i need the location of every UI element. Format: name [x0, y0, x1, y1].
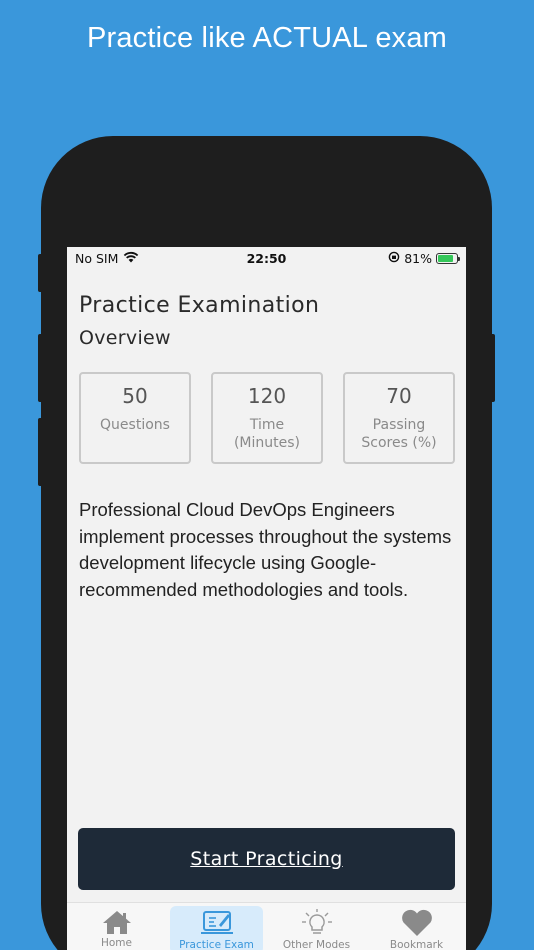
start-practicing-button[interactable]: Start Practicing — [78, 828, 455, 890]
battery-percent: 81% — [404, 251, 432, 266]
tab-practice-exam[interactable]: Practice Exam — [170, 906, 263, 950]
tab-label: Home — [100, 937, 132, 949]
stat-label: Questions — [100, 417, 170, 433]
stat-label: Passing Scores (%) — [361, 417, 437, 451]
stat-value: 120 — [247, 384, 287, 408]
tab-label: Bookmark — [389, 939, 444, 950]
phone-mute-switch — [38, 254, 43, 292]
tab-home[interactable]: Home — [70, 906, 163, 950]
phone-volume-up — [38, 334, 43, 402]
page-title: Practice Examination — [79, 293, 320, 318]
tab-other-modes[interactable]: Other Modes — [270, 906, 363, 950]
stat-card-passing-score: 70 Passing Scores (%) — [343, 372, 455, 464]
phone-power-button — [490, 334, 495, 402]
home-icon — [102, 911, 131, 934]
stat-value: 70 — [386, 384, 412, 408]
stat-card-questions: 50 Questions — [79, 372, 191, 464]
status-bar: No SIM 22:50 81% — [67, 247, 466, 269]
page-subtitle: Overview — [79, 327, 171, 349]
tab-label: Other Modes — [282, 939, 351, 950]
status-right-group: 81% — [388, 251, 460, 266]
phone-volume-down — [38, 418, 43, 486]
stat-value: 50 — [122, 384, 148, 408]
tab-label: Practice Exam — [179, 939, 254, 950]
stat-label: Time (Minutes) — [233, 417, 301, 451]
lightbulb-icon — [301, 909, 332, 934]
stats-row: 50 Questions 120 Time (Minutes) 70 Passi… — [79, 372, 456, 464]
exam-icon — [200, 911, 233, 934]
orientation-lock-icon — [388, 251, 400, 266]
app-screen: No SIM 22:50 81% Practice Examination Ov… — [67, 247, 466, 950]
tab-bar: Home Practice Exam Other Modes Bookmark — [67, 902, 466, 950]
heart-icon — [401, 909, 432, 936]
tab-bookmark[interactable]: Bookmark — [370, 906, 463, 950]
exam-description: Professional Cloud DevOps Engineers impl… — [79, 499, 452, 600]
battery-icon — [436, 253, 460, 264]
stat-card-time: 120 Time (Minutes) — [211, 372, 323, 464]
marketing-headline: Practice like ACTUAL exam — [86, 22, 448, 54]
